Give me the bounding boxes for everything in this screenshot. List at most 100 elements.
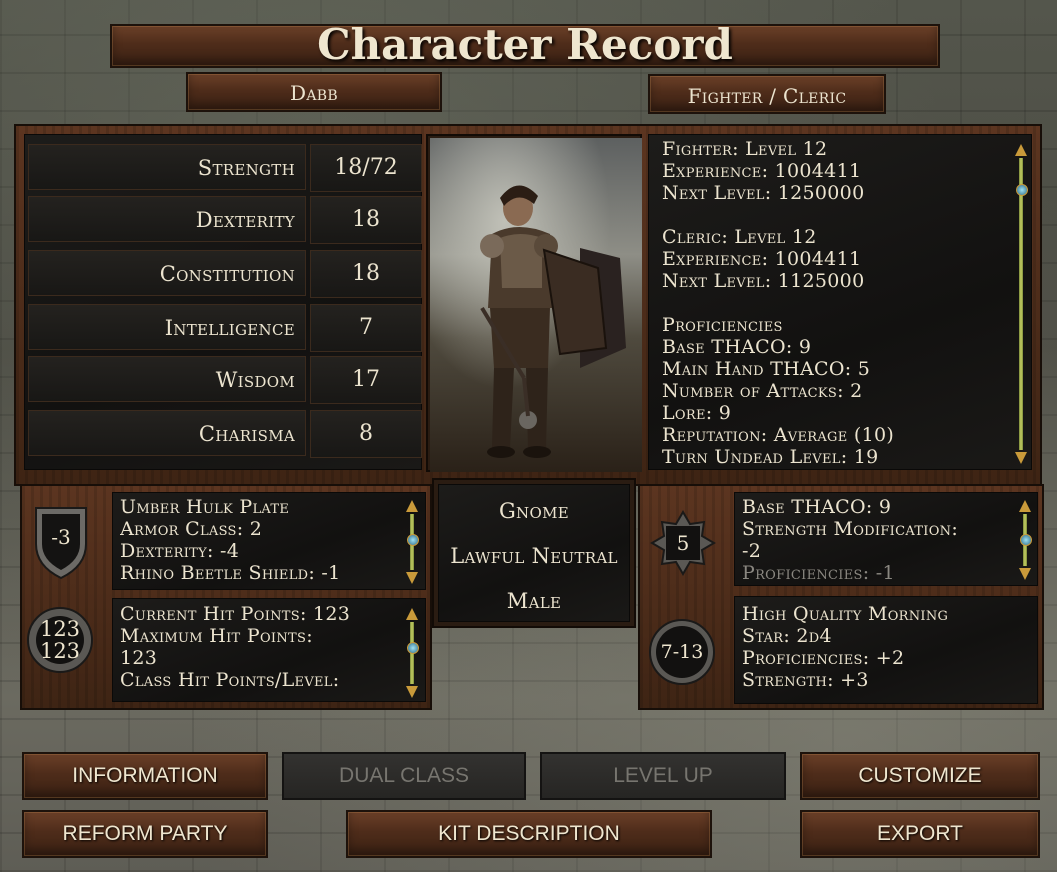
info-lines: Fighter: Level 12 Experience: 1004411 Next… [662,138,1008,464]
stat-value: 18 [310,250,422,298]
page-title: Character Record [317,20,733,69]
scroll-thumb-icon[interactable] [1020,534,1032,546]
info-line [662,204,1008,226]
thaco-line: Strength Modification: [742,518,959,540]
stat-row: Intelligence 7 [28,304,422,352]
info-line: Lore: 9 [662,402,732,424]
hp-lines: Current Hit Points: 123 Maximum Hit Point… [120,603,402,691]
info-line: Fighter: Level 12 [662,138,828,160]
weapon-line: High Quality Morning [742,603,949,625]
thaco-value: 5 [676,531,690,555]
armor-scrollbar[interactable] [406,500,419,584]
stat-label: Charisma [28,410,306,456]
weapon-line: Proficiencies: +2 [742,647,905,669]
scroll-up-icon[interactable] [406,608,418,620]
stat-label: Intelligence [28,304,306,350]
stat-value: 18 [310,196,422,244]
info-line: Experience: 1004411 [662,248,862,270]
weapon-lines: High Quality Morning Star: 2d4 Proficienci… [742,603,1032,691]
title-plank: Character Record [110,20,940,69]
armor-text-area: Umber Hulk Plate Armor Class: 2 Dexterity:… [120,496,400,586]
hp-scrollbar[interactable] [406,608,419,698]
thaco-line: Proficiencies: -1 [742,562,895,582]
character-class-plank: Fighter / Cleric [648,74,886,114]
stat-row: Charisma 8 [28,410,422,458]
stat-value: 17 [310,356,422,404]
thaco-line: Base THACO: 9 [742,496,892,518]
thaco-scrollbar[interactable] [1019,500,1032,580]
stat-label: Wisdom [28,356,306,402]
customize-button[interactable]: CUSTOMIZE [800,752,1040,800]
scroll-down-icon[interactable] [1015,452,1027,464]
portrait-frame [426,134,642,472]
export-button[interactable]: EXPORT [800,810,1040,858]
thaco-lines: Base THACO: 9 Strength Modification: -2 Pro… [742,496,1016,582]
character-record-screen: Character Record Dabb Fighter / Cleric F… [0,0,1057,872]
stat-label: Constitution [28,250,306,296]
scroll-down-icon[interactable] [406,572,418,584]
scroll-thumb-icon[interactable] [407,534,419,546]
hp-line: Maximum Hit Points: [120,625,313,647]
scroll-down-icon[interactable] [1019,568,1031,580]
thaco-text-area: Base THACO: 9 Strength Modification: -2 Pro… [742,496,1016,582]
info-line [662,292,1008,314]
stat-row: Constitution 18 [28,250,422,298]
info-line: Main Hand THACO: 5 [662,358,871,380]
stat-value: 8 [310,410,422,458]
gender-label: Male [506,589,562,613]
armor-line: Rhino Beetle Shield: -1 [120,562,341,584]
hp-text-area: Current Hit Points: 123 Maximum Hit Point… [120,603,402,697]
character-name: Dabb [290,81,338,105]
armor-line: Armor Class: 2 [120,518,263,540]
scroll-up-icon[interactable] [1019,500,1031,512]
info-line: Experience: 1004411 [662,160,862,182]
scroll-up-icon[interactable] [406,500,418,512]
stat-value: 18/72 [310,144,422,192]
thaco-line: -2 [742,540,762,562]
info-line: Next Level: 1125000 [662,270,865,292]
level-up-button[interactable]: LEVEL UP [540,752,786,800]
hit-points-badge: 123 123 [26,602,94,678]
weapon-line: Star: 2d4 [742,625,832,647]
information-button[interactable]: INFORMATION [22,752,268,800]
scroll-thumb-icon[interactable] [407,642,419,654]
scroll-track [1019,158,1023,450]
stat-row: Strength 18/72 [28,144,422,192]
weapon-damage-value: 7-13 [660,641,704,663]
info-scrollbar[interactable] [1015,144,1028,464]
armor-lines: Umber Hulk Plate Armor Class: 2 Dexterity:… [120,496,400,584]
character-name-plank: Dabb [186,72,442,112]
character-portrait [430,138,642,472]
hp-line: Current Hit Points: 123 [120,603,351,625]
reform-party-button[interactable]: REFORM PARTY [22,810,268,858]
hp-maximum-value: 123 [39,639,81,663]
armor-class-value: -3 [51,525,71,549]
scroll-down-icon[interactable] [406,686,418,698]
weapon-line: Strength: +3 [742,669,869,691]
hp-line: Class Hit Points/Level: [120,669,340,691]
info-line: Base THACO: 9 [662,336,812,358]
weapon-text-area: High Quality Morning Star: 2d4 Proficienci… [742,603,1032,699]
info-line: Proficiencies [662,314,783,336]
info-line: Next Level: 1250000 [662,182,865,204]
stat-row: Wisdom 17 [28,356,422,404]
info-line: Cleric: Level 12 [662,226,817,248]
identity-panel: Gnome Lawful Neutral Male [438,484,630,622]
stat-value: 7 [310,304,422,352]
kit-description-button[interactable]: KIT DESCRIPTION [346,810,712,858]
info-line: Turn Undead Level: 19 [662,446,879,464]
thaco-badge: 5 [650,510,716,576]
armor-class-badge: -3 [30,500,92,582]
armor-line: Dexterity: -4 [120,540,240,562]
stat-row: Dexterity 18 [28,196,422,244]
stat-label: Dexterity [28,196,306,242]
weapon-damage-badge: 7-13 [648,618,716,686]
race-label: Gnome [498,499,569,523]
alignment-label: Lawful Neutral [450,544,618,568]
scroll-up-icon[interactable] [1015,144,1027,156]
hp-current-value: 123 [39,617,81,641]
dual-class-button[interactable]: DUAL CLASS [282,752,526,800]
scroll-thumb-icon[interactable] [1016,184,1028,196]
armor-line: Umber Hulk Plate [120,496,290,518]
info-line: Number of Attacks: 2 [662,380,863,402]
